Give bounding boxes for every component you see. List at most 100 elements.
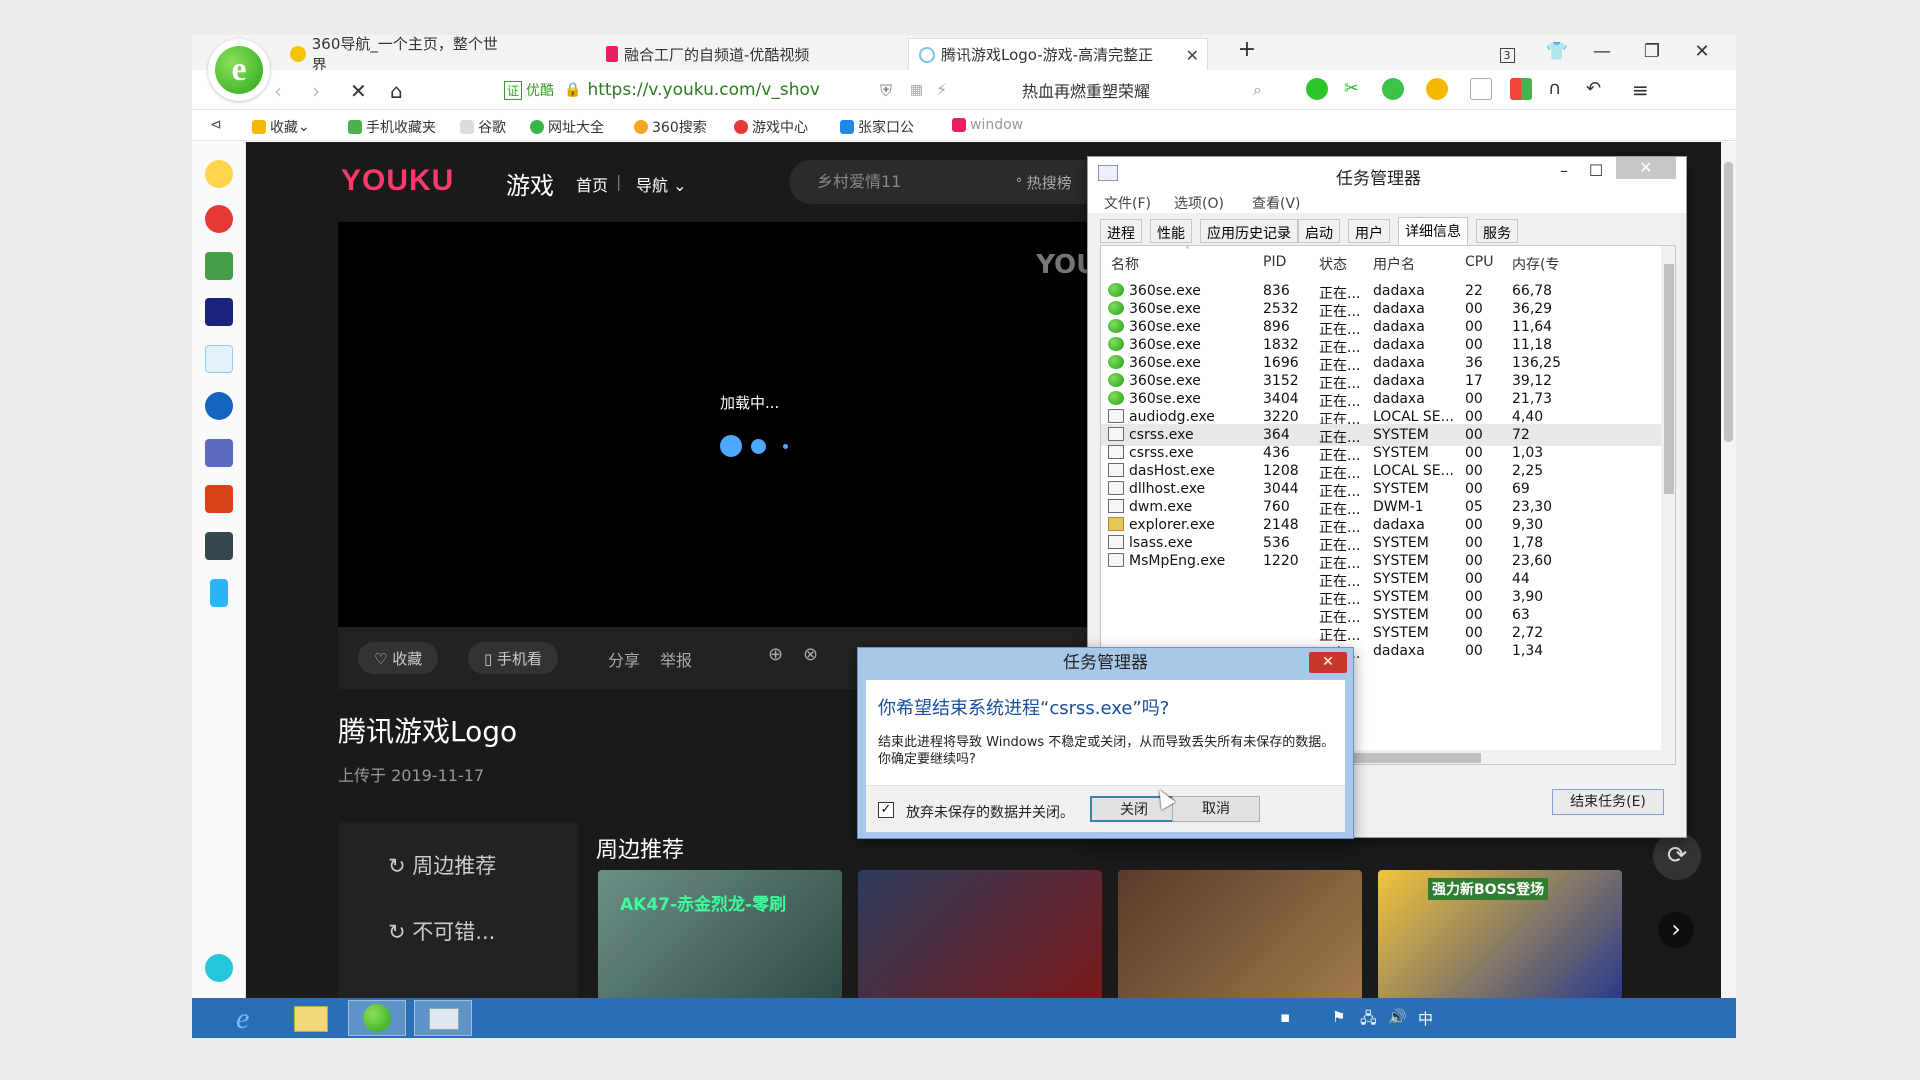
tab-details[interactable]: 详细信息: [1398, 217, 1468, 245]
shield-icon[interactable]: ⛨: [880, 81, 892, 101]
new-tab-button[interactable]: +: [1232, 37, 1262, 62]
abandon-data-label[interactable]: 放弃未保存的数据并关闭。: [906, 802, 1074, 822]
network-icon[interactable]: 🖧: [1360, 1008, 1377, 1033]
column-header-name[interactable]: 名称: [1111, 254, 1139, 274]
close-tab-icon[interactable]: ✕: [1186, 46, 1199, 65]
search-box[interactable]: 热血再燃重塑荣耀 ⌕: [1022, 76, 1262, 104]
ime-indicator[interactable]: 中: [1418, 1008, 1433, 1029]
mail-icon[interactable]: [205, 252, 233, 280]
mobile-watch-button[interactable]: ▯ 手机看: [468, 642, 559, 674]
close-button[interactable]: ✕: [1616, 157, 1676, 179]
cancel-button[interactable]: 取消: [1172, 796, 1260, 822]
ie-icon[interactable]: e: [222, 1000, 280, 1036]
menu-icon[interactable]: ≡: [1632, 78, 1654, 102]
menu-options[interactable]: 选项(O): [1174, 193, 1224, 213]
360-browser-taskbar-icon[interactable]: [348, 1000, 406, 1036]
recommend-thumb[interactable]: AK47-赤金烈龙-零刷: [598, 870, 842, 998]
tab-processes[interactable]: 进程: [1100, 219, 1142, 243]
recommend-thumb[interactable]: [858, 870, 1102, 998]
show-desktop-icon[interactable]: ▪: [1280, 1008, 1290, 1026]
hot-search-link[interactable]: ᐤ 热搜榜: [1016, 172, 1072, 193]
next-arrow-button[interactable]: ›: [1658, 912, 1694, 948]
shirt-skin-icon[interactable]: 👕: [1542, 41, 1572, 62]
abandon-data-checkbox[interactable]: ✓: [878, 802, 894, 818]
bookmark-item[interactable]: 谷歌: [460, 117, 506, 137]
tab-youku-channel[interactable]: 融合工厂的自频道-优酷视频: [596, 38, 826, 70]
tab-count-badge[interactable]: 3: [1492, 43, 1522, 64]
column-header-username[interactable]: 用户名: [1373, 254, 1415, 274]
bookmark-item[interactable]: 游戏中心: [734, 117, 808, 137]
lightning-icon[interactable]: ⚡: [936, 80, 947, 99]
video-player[interactable]: YOUKU 加载中...: [338, 222, 1138, 627]
collapse-sidebar-icon[interactable]: ⊲: [210, 117, 222, 133]
document-icon[interactable]: [205, 345, 233, 373]
volume-icon[interactable]: 🔊: [1388, 1008, 1407, 1026]
image-icon[interactable]: [1470, 78, 1492, 100]
maximize-button[interactable]: ☐: [1582, 161, 1610, 180]
weibo-icon[interactable]: [205, 205, 233, 233]
game-icon-2[interactable]: [205, 485, 233, 513]
news-icon[interactable]: [205, 298, 233, 326]
bookmark-item[interactable]: 360搜索: [634, 117, 707, 137]
tab-tencent-logo-video[interactable]: 腾讯游戏Logo-游戏-高清完整正 ✕: [908, 38, 1208, 70]
home-icon[interactable]: ⌂: [390, 79, 403, 103]
favorites-icon[interactable]: [205, 160, 233, 188]
side-item-nearby[interactable]: ↻ 周边推荐: [388, 850, 496, 880]
danmaku-toggle-icon[interactable]: ⊕: [768, 644, 783, 665]
360-browser-logo[interactable]: e: [208, 39, 270, 101]
task-manager-titlebar[interactable]: 任务管理器 – ☐ ✕: [1088, 157, 1686, 189]
tab-services[interactable]: 服务: [1476, 219, 1518, 243]
column-header-memory[interactable]: 内存(专: [1512, 254, 1564, 274]
close-window-button[interactable]: ✕: [1687, 41, 1717, 62]
table-vertical-scrollbar[interactable]: [1661, 246, 1675, 764]
favorite-button[interactable]: ♡ 收藏: [358, 642, 439, 674]
menu-view[interactable]: 查看(V): [1252, 193, 1301, 213]
nav-menu-link[interactable]: 导航 ⌄: [636, 172, 687, 196]
translate-icon[interactable]: [1382, 78, 1404, 100]
task-manager-taskbar-icon[interactable]: [414, 1000, 472, 1036]
back-icon[interactable]: ‹: [274, 79, 282, 103]
refresh-icon[interactable]: ⟳: [1653, 832, 1701, 880]
tab-performance[interactable]: 性能: [1150, 219, 1192, 243]
bookmark-item[interactable]: 网址大全: [530, 117, 604, 137]
column-header-status[interactable]: 状态: [1319, 254, 1347, 274]
game-icon-1[interactable]: [205, 439, 233, 467]
tab-360-nav[interactable]: 360导航_一个主页，整个世界: [280, 35, 510, 74]
p-app-icon[interactable]: [210, 579, 228, 607]
grid-icon[interactable]: ▦: [910, 82, 923, 98]
scissors-icon[interactable]: ✂: [1344, 78, 1366, 100]
address-bar[interactable]: 证 优酷 🔒 https://v.youku.com/v_shov: [504, 76, 1064, 104]
end-task-button[interactable]: 结束任务(E): [1552, 789, 1664, 815]
search-icon[interactable]: ⌕: [1253, 80, 1262, 100]
bookmark-item[interactable]: 张家口公: [840, 117, 914, 137]
danmaku-settings-icon[interactable]: ⊗: [803, 644, 818, 665]
column-header-cpu[interactable]: CPU: [1465, 254, 1493, 270]
recommend-thumb[interactable]: [1118, 870, 1362, 998]
undo-icon[interactable]: ↶: [1586, 78, 1608, 100]
stop-icon[interactable]: ✕: [350, 79, 367, 103]
dialog-close-button[interactable]: ✕: [1309, 652, 1347, 673]
coin-icon[interactable]: [1426, 78, 1448, 100]
apps-icon[interactable]: [1510, 78, 1532, 100]
column-header-pid[interactable]: PID: [1263, 254, 1286, 270]
game-icon-3[interactable]: [205, 532, 233, 560]
add-app-icon[interactable]: [205, 954, 233, 982]
message-icon[interactable]: [205, 392, 233, 420]
youku-logo[interactable]: YOUKU: [341, 164, 454, 198]
minimize-button[interactable]: –: [1550, 161, 1578, 180]
restore-button[interactable]: ❐: [1637, 41, 1667, 62]
report-button[interactable]: 举报: [660, 647, 692, 671]
tab-app-history[interactable]: 应用历史记录: [1200, 219, 1298, 243]
tab-users[interactable]: 用户: [1348, 219, 1390, 243]
minimize-button[interactable]: —: [1587, 41, 1617, 62]
menu-file[interactable]: 文件(F): [1104, 193, 1151, 213]
file-explorer-icon[interactable]: [282, 1000, 340, 1036]
bookmark-item[interactable]: window: [952, 117, 1023, 133]
tab-startup[interactable]: 启动: [1298, 219, 1340, 243]
nav-home-link[interactable]: 首页: [576, 172, 608, 196]
bookmark-item[interactable]: 手机收藏夹: [348, 117, 436, 137]
headphones-icon[interactable]: ∩: [1548, 78, 1570, 100]
recommend-thumb[interactable]: 强力新BOSS登场: [1378, 870, 1622, 998]
forward-icon[interactable]: ›: [312, 79, 320, 103]
chat-icon[interactable]: [1306, 78, 1328, 100]
